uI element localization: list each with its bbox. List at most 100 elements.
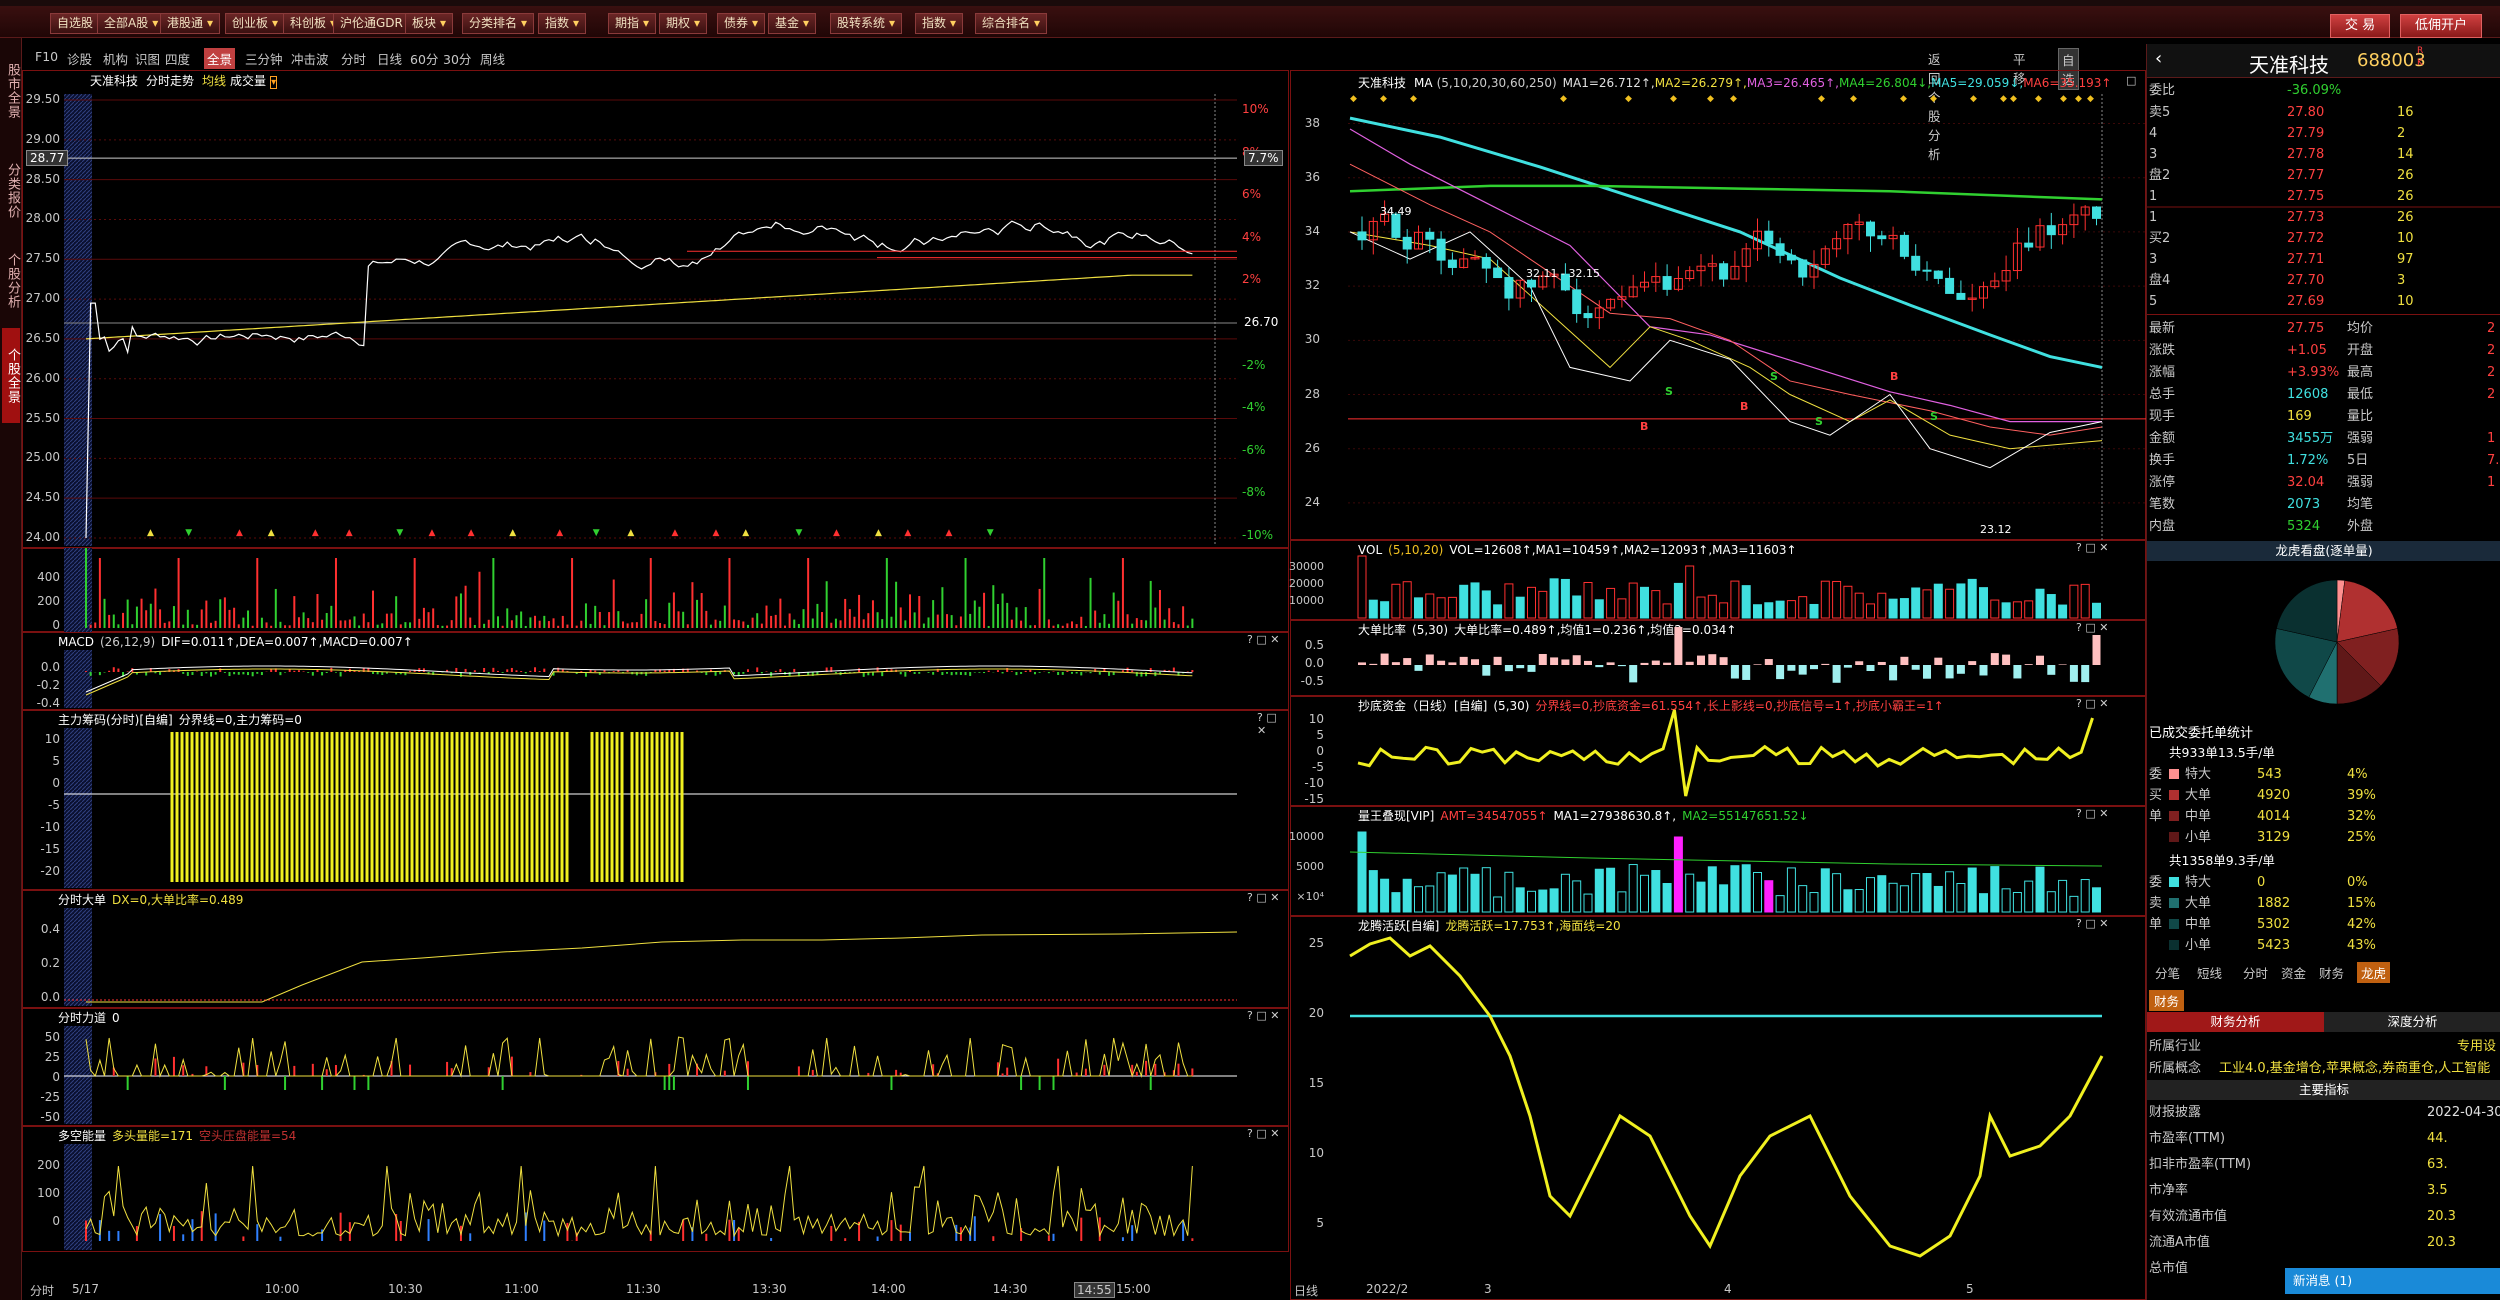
topbar-button-3[interactable]: 创业板: [225, 13, 286, 34]
right-tab-3[interactable]: 资金: [2277, 962, 2310, 983]
ljdx-tick: ×10⁴: [1296, 890, 1324, 903]
bid-volume: 10: [2397, 231, 2414, 246]
cdzj-svg: [1357, 709, 2094, 797]
right-tab-0[interactable]: 分笔: [2151, 962, 2184, 983]
signal-marker: ▲: [904, 528, 912, 538]
right-tab-4[interactable]: 财务: [2315, 962, 2348, 983]
time-axis-label[interactable]: 分时: [30, 1282, 54, 1299]
stat-value: 12608: [2287, 387, 2329, 402]
daily-axis-label: 5: [1966, 1282, 1974, 1296]
stat-label: 笔数: [2149, 497, 2176, 512]
subnav-item-0[interactable]: F10: [32, 48, 61, 65]
subnav-item-3[interactable]: 识图: [132, 48, 163, 69]
ddbl-tick: 0.5: [1304, 638, 1324, 652]
stat-row: 涨跌 +1.05 开盘 2: [2147, 340, 2500, 361]
topbar-button-0[interactable]: 自选股: [50, 13, 101, 34]
stock-title-bar: ‹ 天准科技 688003 R K: [2147, 44, 2500, 78]
right-tab-2[interactable]: 分时: [2239, 962, 2272, 983]
bs-signal: B: [1640, 420, 1649, 433]
subnav-item-4[interactable]: 四度: [162, 48, 193, 69]
sell-pct: 15%: [2347, 896, 2376, 911]
topbar-button-10[interactable]: 期权: [659, 13, 708, 34]
right-tab-5[interactable]: 龙虎: [2357, 962, 2391, 983]
topbar-button-8[interactable]: 指数: [538, 13, 587, 34]
vol-tick: 400: [37, 570, 60, 584]
pct-tick: -2%: [1242, 357, 1266, 372]
signal-diamond: ◆: [1380, 94, 1387, 104]
signal-marker: ▲: [509, 528, 517, 538]
bid-row: 3 27.71 97: [2147, 249, 2500, 270]
subnav-item-2[interactable]: 机构: [100, 48, 131, 69]
subnav-item-5[interactable]: 全景: [204, 48, 236, 69]
topbar-button-15[interactable]: 综合排名: [975, 13, 1048, 34]
topbar-button-7[interactable]: 分类排名: [462, 13, 535, 34]
cur-price-marker: 28.77: [26, 150, 69, 167]
news-popup[interactable]: 新消息 (1): [2285, 1268, 2500, 1294]
sell-row: 单 中单 5302 42%: [2147, 914, 2500, 935]
sell-row: 卖 大单 1882 15%: [2147, 893, 2500, 914]
divider: [2147, 314, 2500, 315]
topbar-button-2[interactable]: 港股通: [160, 13, 221, 34]
ask-row: 4 27.79 2: [2147, 123, 2500, 144]
fin-row: 市净率 3.5: [2147, 1180, 2500, 1201]
topbar-button-1[interactable]: 全部A股: [97, 13, 166, 34]
fsdd-tick: 0.4: [40, 922, 60, 936]
ask-price: 27.80: [2287, 105, 2325, 120]
fsld-tick: 0: [52, 1070, 60, 1084]
stat-row: 内盘 5324 外盘: [2147, 516, 2500, 537]
sidebar-tab-0[interactable]: 股市全景: [2, 48, 20, 133]
signal-diamond: ◆: [2087, 94, 2094, 104]
stat-label: 涨跌: [2149, 343, 2176, 358]
topbar-button-9[interactable]: 期指: [608, 13, 657, 34]
fin-value: 3.5: [2427, 1183, 2448, 1198]
topbar-button-13[interactable]: 股转系统: [830, 13, 903, 34]
subnav-item-10[interactable]: 60分: [407, 48, 441, 69]
ask-level: 4: [2149, 126, 2158, 141]
topbar-button-6[interactable]: 板块: [405, 13, 454, 34]
fsld-tick: 50: [44, 1030, 60, 1044]
topbar-button-14[interactable]: 指数: [915, 13, 964, 34]
subnav-item-7[interactable]: 冲击波: [288, 48, 332, 69]
sell-type: 大单: [2185, 896, 2212, 911]
subnav-item-12[interactable]: 周线: [477, 48, 508, 69]
topbar-button-5[interactable]: 沪伦通GDR: [333, 13, 410, 34]
fin-tab[interactable]: 财务: [2149, 990, 2185, 1011]
back-icon[interactable]: ‹: [2155, 48, 2162, 69]
subnav-item-9[interactable]: 日线: [374, 48, 405, 69]
signal-marker: ▲: [945, 528, 953, 538]
trade-button[interactable]: 交 易: [2330, 14, 2391, 38]
daily-price-tick: 28: [1304, 386, 1320, 401]
signal-diamond: ◆: [1625, 94, 1632, 104]
fin-subtab-0[interactable]: 财务分析: [2147, 1012, 2324, 1032]
fin-subtab-1[interactable]: 深度分析: [2324, 1012, 2500, 1032]
ask-row: 1 27.75 26: [2147, 186, 2500, 207]
subnav-item-8[interactable]: 分时: [338, 48, 369, 69]
stat-row: 笔数 2073 均笔: [2147, 494, 2500, 515]
stat-value: 2073: [2287, 497, 2321, 512]
deal-title: 已成交委托单统计: [2149, 726, 2254, 741]
subnav-item-6[interactable]: 三分钟: [242, 48, 286, 69]
open-account-button[interactable]: 低佣开户: [2400, 14, 2483, 38]
bid-volume: 3: [2397, 273, 2406, 288]
subnav-item-11[interactable]: 30分: [440, 48, 474, 69]
fsld-tick: 25: [44, 1050, 60, 1064]
stat-value: 27.75: [2287, 321, 2325, 336]
dkn-tick: 100: [37, 1186, 60, 1200]
ask-price: 27.79: [2287, 126, 2325, 141]
daily-axis-label[interactable]: 日线: [1294, 1282, 1318, 1299]
stat-row: 总手 12608 最低 2: [2147, 384, 2500, 405]
stat-row: 换手 1.72% 5日 7.: [2147, 450, 2500, 471]
topbar-button-12[interactable]: 基金: [768, 13, 817, 34]
subnav-item-1[interactable]: 诊股: [64, 48, 95, 69]
bid-level: 1: [2149, 210, 2158, 225]
buy-vol: 3129: [2257, 830, 2291, 845]
signal-marker: ▲: [311, 528, 319, 538]
macd-tick: -0.2: [36, 678, 60, 692]
bid-row: 5 27.69 10: [2147, 291, 2500, 312]
bid-row: 买2 27.72 10: [2147, 228, 2500, 249]
fin-label: 总市值: [2149, 1261, 2189, 1276]
stock-code: 688003: [2357, 50, 2426, 71]
swatch: [2169, 769, 2179, 779]
right-tab-1[interactable]: 短线: [2193, 962, 2226, 983]
topbar-button-11[interactable]: 债券: [717, 13, 766, 34]
